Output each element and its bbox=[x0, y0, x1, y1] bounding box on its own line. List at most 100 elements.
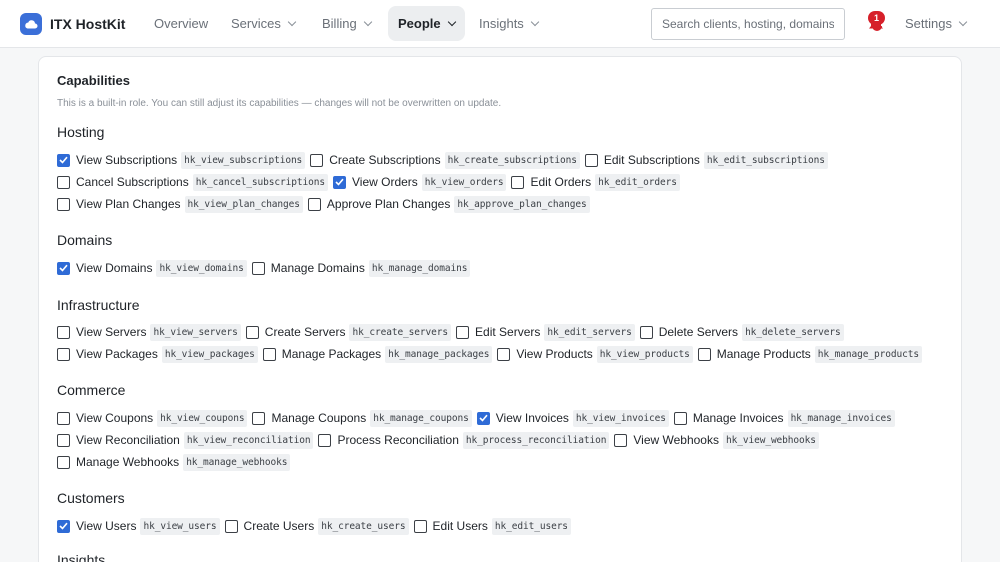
capability-option[interactable]: Approve Plan Changes hk_approve_plan_chan… bbox=[307, 194, 590, 214]
section-title: Infrastructure bbox=[57, 297, 140, 313]
capability-code: hk_view_subscriptions bbox=[181, 151, 306, 169]
capability-checkbox[interactable] bbox=[673, 411, 687, 425]
capability-code: hk_view_domains bbox=[156, 259, 247, 277]
capability-label: View Plan Changes bbox=[76, 197, 181, 211]
capability-option[interactable]: View Products hk_view_products bbox=[497, 344, 693, 364]
capability-label: View Packages bbox=[76, 347, 158, 361]
capability-option[interactable]: View Users hk_view_users bbox=[57, 516, 220, 536]
brand[interactable]: ITX HostKit bbox=[20, 12, 125, 36]
capability-row: View Domains hk_view_domains Manage Domain… bbox=[57, 258, 475, 278]
capability-checkbox[interactable] bbox=[57, 261, 70, 275]
capability-row: View Servers hk_view_servers Create Server… bbox=[57, 322, 849, 342]
capability-option[interactable]: View Servers hk_view_servers bbox=[57, 322, 241, 342]
capability-checkbox[interactable] bbox=[57, 455, 70, 469]
capability-option[interactable]: View Orders hk_view_orders bbox=[332, 172, 507, 192]
capability-option[interactable]: Edit Orders hk_edit_orders bbox=[511, 172, 680, 192]
section-title: Insights bbox=[57, 552, 106, 562]
capability-option[interactable]: View Subscriptions hk_view_subscriptions bbox=[57, 150, 306, 170]
capability-checkbox[interactable] bbox=[332, 175, 346, 189]
capability-checkbox[interactable] bbox=[57, 347, 70, 361]
capability-option[interactable]: Manage Webhooks hk_manage_webhooks bbox=[57, 452, 291, 472]
capability-checkbox[interactable] bbox=[245, 325, 259, 339]
capability-checkbox[interactable] bbox=[413, 519, 427, 533]
capability-checkbox[interactable] bbox=[497, 347, 511, 361]
nav-services[interactable]: Services bbox=[221, 6, 305, 41]
capability-option[interactable]: Manage Packages hk_manage_packages bbox=[262, 344, 493, 364]
capability-option[interactable]: View Invoices hk_view_invoices bbox=[476, 408, 669, 428]
capability-checkbox[interactable] bbox=[307, 197, 321, 211]
section-title: Commerce bbox=[57, 382, 126, 398]
capability-option[interactable]: Manage Coupons hk_manage_coupons bbox=[252, 408, 472, 428]
capability-option[interactable]: View Reconciliation hk_view_reconciliatio… bbox=[57, 430, 314, 450]
capability-checkbox[interactable] bbox=[57, 153, 70, 167]
capability-checkbox[interactable] bbox=[57, 519, 70, 533]
capability-label: View Servers bbox=[76, 325, 147, 339]
capability-checkbox[interactable] bbox=[614, 433, 628, 447]
capability-checkbox[interactable] bbox=[251, 261, 265, 275]
capability-option[interactable]: Create Users hk_create_users bbox=[224, 516, 409, 536]
capability-code: hk_manage_webhooks bbox=[183, 453, 291, 471]
capability-code: hk_delete_servers bbox=[742, 323, 844, 341]
capability-option[interactable]: Edit Users hk_edit_users bbox=[413, 516, 571, 536]
capability-checkbox[interactable] bbox=[511, 175, 525, 189]
capability-code: hk_view_servers bbox=[150, 323, 241, 341]
capability-checkbox[interactable] bbox=[252, 411, 266, 425]
capability-checkbox[interactable] bbox=[584, 153, 598, 167]
capability-code: hk_view_orders bbox=[421, 173, 507, 191]
capability-option[interactable]: View Plan Changes hk_view_plan_changes bbox=[57, 194, 303, 214]
capability-checkbox[interactable] bbox=[57, 433, 70, 447]
capability-label: Edit Users bbox=[432, 519, 488, 533]
capability-label: Cancel Subscriptions bbox=[76, 175, 189, 189]
capability-checkbox[interactable] bbox=[639, 325, 653, 339]
nav-billing-label: Billing bbox=[322, 16, 357, 31]
capability-code: hk_view_users bbox=[140, 517, 220, 535]
capability-checkbox[interactable] bbox=[262, 347, 276, 361]
capability-checkbox[interactable] bbox=[476, 411, 490, 425]
capability-code: hk_edit_users bbox=[491, 517, 571, 535]
capability-option[interactable]: Create Subscriptions hk_create_subscripti… bbox=[310, 150, 580, 170]
capability-checkbox[interactable] bbox=[57, 175, 70, 189]
capability-option[interactable]: Manage Invoices hk_manage_invoices bbox=[673, 408, 895, 428]
capability-option[interactable]: Cancel Subscriptions hk_cancel_subscripti… bbox=[57, 172, 328, 192]
capability-checkbox[interactable] bbox=[697, 347, 711, 361]
capability-checkbox[interactable] bbox=[57, 325, 70, 339]
capability-checkbox[interactable] bbox=[224, 519, 238, 533]
capability-checkbox[interactable] bbox=[57, 197, 70, 211]
capability-option[interactable]: Process Reconciliation hk_process_reconci… bbox=[318, 430, 610, 450]
capability-label: View Orders bbox=[351, 175, 418, 189]
search-input[interactable] bbox=[651, 8, 845, 40]
capability-option[interactable]: Delete Servers hk_delete_servers bbox=[639, 322, 844, 342]
nav-people[interactable]: People bbox=[388, 6, 465, 41]
capability-checkbox[interactable] bbox=[310, 153, 324, 167]
section-title: Customers bbox=[57, 490, 125, 506]
capability-checkbox[interactable] bbox=[57, 411, 70, 425]
capability-code: hk_cancel_subscriptions bbox=[192, 173, 328, 191]
nav-billing[interactable]: Billing bbox=[312, 6, 381, 41]
capability-code: hk_view_products bbox=[596, 345, 693, 363]
capability-checkbox[interactable] bbox=[318, 433, 332, 447]
capability-label: View Domains bbox=[76, 261, 153, 275]
capability-code: hk_manage_invoices bbox=[787, 409, 895, 427]
chevron-down-icon bbox=[363, 17, 372, 26]
capability-label: Delete Servers bbox=[658, 325, 739, 339]
capability-option[interactable]: View Webhooks hk_view_webhooks bbox=[614, 430, 819, 450]
nav-insights-label: Insights bbox=[479, 16, 524, 31]
nav-settings[interactable]: Settings bbox=[895, 6, 976, 41]
nav-insights[interactable]: Insights bbox=[469, 6, 548, 41]
capability-option[interactable]: View Packages hk_view_packages bbox=[57, 344, 258, 364]
capability-option[interactable]: Edit Subscriptions hk_edit_subscriptions bbox=[584, 150, 828, 170]
chevron-down-icon bbox=[530, 17, 540, 26]
capability-checkbox[interactable] bbox=[456, 325, 470, 339]
capability-option[interactable]: View Coupons hk_view_coupons bbox=[57, 408, 248, 428]
capability-option[interactable]: Create Servers hk_create_servers bbox=[245, 322, 452, 342]
capability-label: Create Users bbox=[243, 519, 315, 533]
capability-label: Create Subscriptions bbox=[329, 153, 441, 167]
capability-option[interactable]: Manage Domains hk_manage_domains bbox=[251, 258, 471, 278]
capability-option[interactable]: Edit Servers hk_edit_servers bbox=[456, 322, 635, 342]
capability-option[interactable]: View Domains hk_view_domains bbox=[57, 258, 247, 278]
nav-overview[interactable]: Overview bbox=[144, 6, 218, 41]
capability-code: hk_view_coupons bbox=[157, 409, 248, 427]
capability-code: hk_create_subscriptions bbox=[444, 151, 580, 169]
capability-option[interactable]: Manage Products hk_manage_products bbox=[697, 344, 922, 364]
capability-label: View Coupons bbox=[76, 411, 154, 425]
